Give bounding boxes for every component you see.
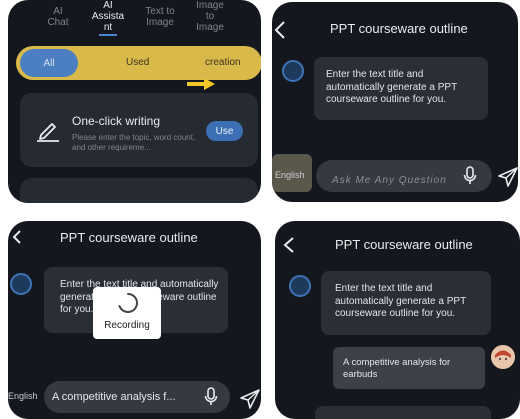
tab-image-to-image[interactable]: Image to Image (188, 0, 232, 33)
segment-used[interactable]: Used (126, 57, 149, 68)
segment-all[interactable]: All (20, 49, 78, 77)
tab-text-to-image-label: Text to Image (145, 6, 175, 28)
tab-ai-chat[interactable]: AI Chat (38, 6, 78, 28)
input-placeholder: Ask Me Any Question (332, 175, 447, 186)
next-card[interactable] (20, 178, 258, 203)
bot-icon (289, 275, 311, 297)
bot-message: Enter the text title and automatically g… (321, 271, 491, 335)
input-value: A competitive analysis f... (52, 391, 176, 403)
next-message-bubble (315, 406, 491, 419)
card-title: One-click writing (72, 114, 161, 128)
back-chevron-icon[interactable] (283, 236, 295, 254)
tab-ai-assistant[interactable]: AI Assista nt (86, 0, 130, 33)
arrow-right-icon (187, 78, 215, 90)
loading-spinner-icon (118, 293, 138, 313)
use-button-label: Use (215, 125, 234, 137)
page-title: PPT courseware outline (335, 237, 473, 252)
pen-icon (37, 123, 59, 142)
mic-icon[interactable] (204, 387, 218, 407)
bot-icon (282, 60, 304, 82)
segment-creation[interactable]: creation (205, 57, 241, 68)
tab-ai-assistant-label: AI Assista nt (91, 0, 125, 33)
tab-active-indicator (99, 34, 117, 36)
segment-creation-label: creation (205, 57, 241, 68)
user-message: A competitive analysis for earbuds (333, 347, 485, 389)
user-message-text: A competitive analysis for earbuds (343, 357, 451, 380)
recording-label: Recording (104, 320, 150, 331)
mic-icon[interactable] (463, 166, 477, 186)
tab-text-to-image[interactable]: Text to Image (136, 6, 184, 28)
panel-chat-sent: PPT courseware outline Enter the text ti… (275, 221, 520, 419)
panel-chat-empty: PPT courseware outline Enter the text ti… (272, 2, 518, 202)
back-chevron-icon[interactable] (274, 20, 286, 40)
language-label: English (8, 391, 38, 401)
segment-all-label: All (43, 57, 55, 69)
bot-message: Enter the text title and automatically g… (314, 57, 488, 120)
page-title: PPT courseware outline (330, 21, 468, 36)
user-avatar (491, 345, 515, 369)
segment-used-label: Used (126, 57, 150, 68)
page-title: PPT courseware outline (60, 230, 198, 245)
card-description: Please enter the topic, word count, and … (72, 133, 196, 152)
back-chevron-icon[interactable] (12, 229, 22, 245)
language-label: English (275, 170, 305, 180)
panel-ai-assistant: AI Chat AI Assista nt Text to Image Imag… (8, 0, 261, 203)
bot-message-text: Enter the text title and automatically g… (335, 283, 467, 319)
send-icon[interactable] (498, 167, 518, 187)
send-icon[interactable] (240, 389, 260, 409)
tab-image-to-image-label: Image to Image (196, 0, 224, 33)
tab-ai-chat-label: AI Chat (47, 6, 69, 28)
bot-message-text: Enter the text title and automatically g… (326, 69, 458, 105)
bot-icon (10, 273, 32, 295)
use-button[interactable]: Use (206, 121, 243, 141)
